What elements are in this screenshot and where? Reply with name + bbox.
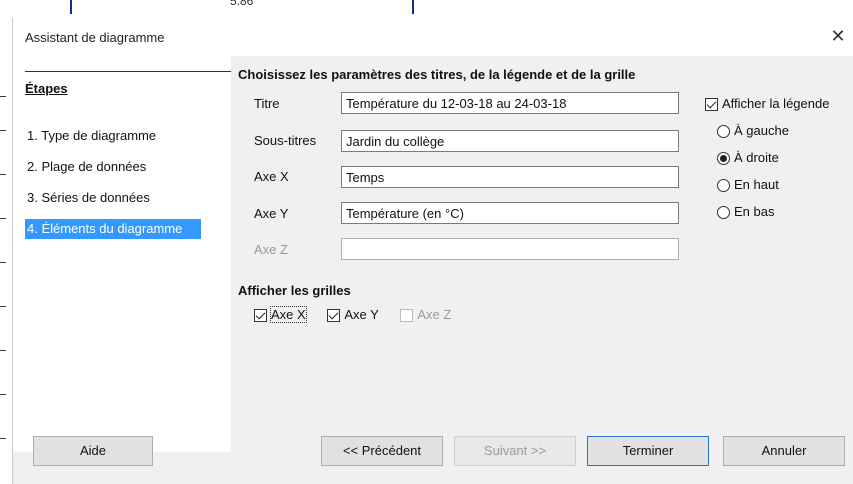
finish-button[interactable]: Terminer: [587, 436, 709, 466]
legend-right-label: À droite: [734, 150, 779, 165]
grid-y-axis-label: Axe Y: [344, 307, 379, 322]
z-axis-label: Axe Z: [254, 242, 288, 257]
title-label: Titre: [254, 96, 280, 111]
checkbox-disabled-icon: [400, 309, 414, 323]
cancel-button[interactable]: Annuler: [723, 436, 845, 466]
grid-z-axis-checkbox: Axe Z: [400, 307, 452, 323]
legend-bottom-label: En bas: [734, 204, 775, 219]
legend-bottom-radio[interactable]: En bas: [717, 204, 775, 220]
grids-options: Axe X Axe Y Axe Z: [254, 306, 469, 323]
legend-top-radio[interactable]: En haut: [717, 177, 779, 193]
legend-top-label: En haut: [734, 177, 779, 192]
y-axis-input[interactable]: [341, 202, 679, 224]
step-chart-elements[interactable]: 4. Éléments du diagramme: [25, 219, 201, 239]
step-data-range[interactable]: 2. Plage de données: [25, 157, 201, 177]
grid-y-axis-checkbox[interactable]: Axe Y: [327, 307, 379, 323]
step-data-series[interactable]: 3. Séries de données: [25, 188, 201, 208]
dialog-title: Assistant de diagramme: [25, 30, 165, 45]
z-axis-input: [341, 238, 679, 260]
spreadsheet-background-strip: 5.86: [0, 0, 853, 18]
next-button: Suivant >>: [454, 436, 576, 466]
grid-x-axis-checkbox[interactable]: Axe X: [254, 306, 307, 323]
close-icon[interactable]: ✕: [826, 24, 850, 48]
subtitle-input[interactable]: [341, 130, 679, 152]
previous-button[interactable]: << Précédent: [321, 436, 443, 466]
section-title: Choisissez les paramètres des titres, de…: [238, 67, 636, 82]
divider: [25, 71, 231, 72]
spreadsheet-row-gutter: [0, 18, 12, 484]
show-legend-label: Afficher la légende: [722, 96, 830, 111]
radio-unchecked-icon: [717, 125, 730, 139]
radio-unchecked-icon: [717, 206, 730, 220]
legend-right-radio[interactable]: À droite: [717, 150, 779, 166]
chart-wizard-dialog: Assistant de diagramme ✕ Étapes 1. Type …: [12, 18, 853, 484]
show-legend-checkbox[interactable]: Afficher la légende: [705, 96, 830, 112]
x-axis-input[interactable]: [341, 166, 679, 188]
checkbox-checked-icon: [705, 98, 718, 112]
steps-sidebar: Étapes 1. Type de diagramme 2. Plage de …: [13, 56, 231, 452]
chart-line-fragment: [70, 0, 72, 14]
help-button[interactable]: Aide: [33, 436, 153, 466]
cell-value: 5.86: [230, 0, 254, 8]
legend-left-label: À gauche: [734, 123, 789, 138]
checkbox-checked-icon: [254, 309, 267, 323]
steps-heading: Étapes: [25, 81, 68, 96]
chart-line-fragment: [412, 0, 414, 14]
checkbox-checked-icon: [327, 309, 341, 323]
y-axis-label: Axe Y: [254, 206, 289, 221]
step-chart-type[interactable]: 1. Type de diagramme: [25, 126, 201, 146]
grids-heading: Afficher les grilles: [238, 283, 351, 298]
subtitle-label: Sous-titres: [254, 133, 317, 148]
x-axis-label: Axe X: [254, 169, 289, 184]
dialog-titlebar: Assistant de diagramme ✕: [13, 18, 853, 56]
steps-list: 1. Type de diagramme 2. Plage de données…: [25, 126, 201, 250]
radio-checked-icon: [717, 152, 730, 166]
legend-left-radio[interactable]: À gauche: [717, 123, 789, 139]
grid-x-axis-label: Axe X: [270, 306, 307, 323]
grid-z-axis-label: Axe Z: [417, 307, 452, 322]
radio-unchecked-icon: [717, 179, 730, 193]
title-input[interactable]: [341, 92, 679, 114]
